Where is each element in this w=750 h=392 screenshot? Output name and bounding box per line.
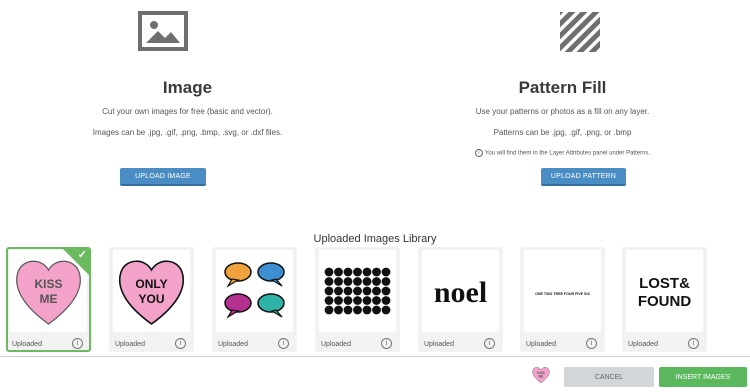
dot — [372, 286, 381, 296]
info-icon[interactable]: i — [72, 338, 83, 349]
upload-pattern-button[interactable]: UPLOAD PATTERN — [541, 168, 626, 186]
info-icon[interactable]: i — [175, 338, 186, 349]
item-label: Uploaded — [424, 341, 454, 348]
dot — [372, 267, 381, 277]
thumbnail: LOST& FOUND — [626, 250, 703, 332]
heart-icon: ONLY YOU — [118, 260, 185, 325]
dot — [381, 267, 391, 277]
info-icon[interactable]: i — [586, 338, 597, 349]
thumb-text-1: ONLY — [135, 277, 167, 291]
dot — [381, 296, 391, 305]
info-icon: i — [474, 149, 483, 157]
thumb-text-2: FOUND — [638, 293, 691, 310]
insert-images-button[interactable]: INSERT IMAGES — [659, 367, 747, 387]
thumb-text-1: ONE TWO TREE FOUR FIVE SIX — [535, 292, 590, 296]
footer-bar: CANCEL INSERT IMAGES — [0, 356, 750, 392]
upload-image-button[interactable]: UPLOAD IMAGE — [120, 168, 206, 186]
selected-preview-thumbnail: KISS ME — [532, 367, 550, 384]
dot — [362, 277, 372, 286]
dot — [362, 296, 372, 305]
item-label: Uploaded — [321, 341, 351, 348]
library-item-kiss-me[interactable]: KISS ME ✓ Uploaded i — [6, 247, 91, 352]
thumbnail — [216, 250, 293, 332]
library-item-speech-bubbles[interactable]: Uploaded i — [212, 247, 297, 352]
thumb-text-1: LOST& — [639, 275, 690, 292]
library-item-text-line[interactable]: ONE TWO TREE FOUR FIVE SIX Uploaded i — [520, 247, 605, 352]
dot — [372, 296, 381, 305]
dot — [343, 296, 353, 305]
info-icon[interactable]: i — [484, 338, 495, 349]
item-label: Uploaded — [115, 341, 145, 348]
library-item-only-you[interactable]: ONLY YOU Uploaded i — [109, 247, 194, 352]
dot — [353, 296, 362, 305]
dot — [343, 267, 353, 277]
dot — [324, 267, 334, 277]
dot — [334, 296, 343, 305]
text-line-graphic: ONE TWO TREE FOUR FIVE SIX — [535, 292, 590, 296]
image-icon — [138, 11, 188, 51]
noel-graphic: noel — [434, 276, 487, 309]
dot — [381, 277, 391, 286]
lost-found-graphic: LOST& FOUND — [638, 275, 691, 310]
dot — [334, 286, 343, 296]
thumbnail: ONLY YOU — [113, 250, 190, 332]
cancel-button[interactable]: CANCEL — [564, 367, 654, 387]
library-title: Uploaded Images Library — [313, 233, 437, 245]
dot — [362, 286, 372, 296]
item-label: Uploaded — [526, 341, 556, 348]
dot — [324, 277, 334, 286]
dot — [353, 305, 362, 315]
info-icon[interactable]: i — [688, 338, 699, 349]
dot — [353, 286, 362, 296]
dot — [324, 286, 334, 296]
thumb-text-2: ME — [40, 292, 58, 306]
dot — [324, 296, 334, 305]
library-item-dots[interactable]: Uploaded i — [315, 247, 400, 352]
image-title: Image — [162, 78, 213, 97]
dot — [381, 286, 391, 296]
dot — [372, 277, 381, 286]
thumbnail — [319, 250, 396, 332]
dot — [353, 277, 362, 286]
dot — [372, 305, 381, 315]
dot — [334, 277, 343, 286]
thumbnail: ONE TWO TREE FOUR FIVE SIX — [524, 250, 601, 332]
mini-thumb-text-2: ME — [539, 375, 544, 379]
dot — [362, 267, 372, 277]
dot — [343, 286, 353, 296]
item-label: Uploaded — [218, 341, 248, 348]
dot — [324, 305, 334, 315]
item-label: Uploaded — [628, 341, 658, 348]
library-item-noel[interactable]: noel Uploaded i — [418, 247, 503, 352]
pattern-description: Use your patterns or photos as a fill on… — [475, 107, 650, 116]
pattern-formats: Patterns can be .jpg, .gif, .png, or .bm… — [493, 128, 632, 137]
thumb-text-1: KISS — [34, 277, 62, 291]
image-description: Cut your own images for free (basic and … — [102, 107, 273, 116]
image-formats: Images can be .jpg, .gif, .png, .bmp, .s… — [92, 128, 283, 137]
dot — [343, 277, 353, 286]
item-label: Uploaded — [12, 341, 42, 348]
info-icon[interactable]: i — [381, 338, 392, 349]
dot — [343, 305, 353, 315]
pattern-note: i You will find them in the Layer Attribu… — [375, 149, 750, 157]
dot — [334, 267, 343, 277]
dot — [353, 267, 362, 277]
info-icon[interactable]: i — [278, 338, 289, 349]
dot — [334, 305, 343, 315]
dots-grid-icon — [324, 267, 391, 315]
stripes-icon — [560, 12, 600, 52]
thumbnail: noel — [422, 250, 499, 332]
pattern-note-text: You will find them in the Layer Attribut… — [484, 150, 651, 157]
library-item-lost-found[interactable]: LOST& FOUND Uploaded i — [622, 247, 707, 352]
dot — [362, 305, 372, 315]
thumb-text-2: YOU — [138, 292, 164, 306]
speech-bubbles-icon — [224, 262, 285, 319]
pattern-title: Pattern Fill — [518, 78, 607, 97]
check-icon: ✓ — [77, 249, 87, 261]
dot — [381, 305, 391, 315]
thumb-text-1: noel — [434, 276, 487, 309]
